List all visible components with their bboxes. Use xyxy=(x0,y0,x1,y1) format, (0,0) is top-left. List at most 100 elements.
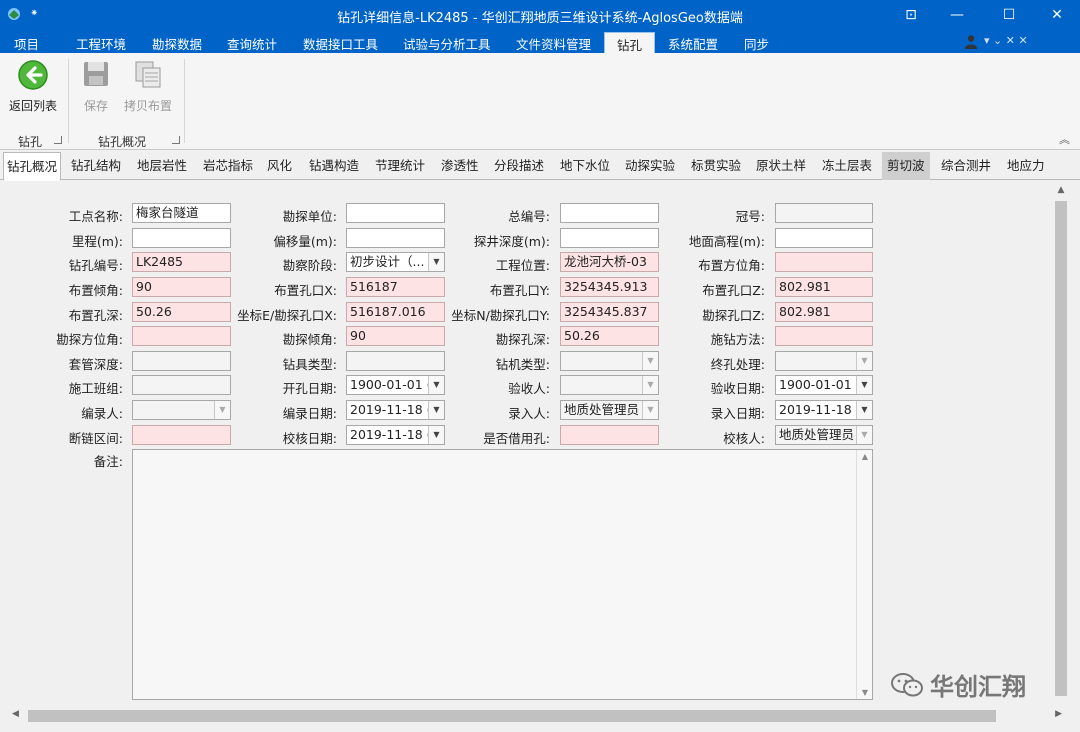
tab-well-logging[interactable]: 综合测井 xyxy=(938,152,994,180)
survey-dip-field[interactable]: 90 xyxy=(346,326,445,346)
chevron-down-icon[interactable]: ▼ xyxy=(856,401,872,419)
chevron-down-icon[interactable]: ▼ xyxy=(428,376,444,394)
menu-system-config[interactable]: 系统配置 xyxy=(668,34,718,53)
layout-depth-field[interactable]: 50.26 xyxy=(132,302,231,322)
horizontal-scrollbar[interactable]: ◀ ▶ xyxy=(8,707,1062,725)
chevron-down-icon[interactable]: ▼ xyxy=(856,426,872,444)
menu-test-analysis[interactable]: 试验与分析工具 xyxy=(403,34,491,53)
vertical-scrollbar[interactable]: ▲ xyxy=(1052,181,1070,707)
menu-engineering-env[interactable]: 工程环境 xyxy=(76,34,126,53)
coord-e-field[interactable]: 516187.016 xyxy=(346,302,445,322)
casing-depth-field[interactable] xyxy=(132,351,231,371)
check-date-picker[interactable]: 2019-11-18 (▼ xyxy=(346,425,445,445)
acceptor-select[interactable]: ▼ xyxy=(560,375,659,395)
minimize-button[interactable]: — xyxy=(934,0,980,30)
chain-break-field[interactable] xyxy=(132,425,231,445)
menu-query-stats[interactable]: 查询统计 xyxy=(227,34,277,53)
collapse-ribbon-icon[interactable]: ︽ xyxy=(1059,131,1070,147)
vertical-scroll-thumb[interactable] xyxy=(1055,201,1067,696)
tab-ground-stress[interactable]: 地应力 xyxy=(1004,152,1048,180)
layout-y-field[interactable]: 3254345.913 xyxy=(560,277,659,297)
group-borehole-launcher-icon[interactable] xyxy=(54,136,62,144)
back-to-list-button[interactable]: 返回列表 xyxy=(6,59,60,114)
drilling-method-field[interactable] xyxy=(775,326,873,346)
total-number-field[interactable] xyxy=(560,203,659,223)
menu-sync[interactable]: 同步 xyxy=(744,34,769,53)
close-button[interactable]: ✕ xyxy=(1034,0,1080,30)
menu-data-interface[interactable]: 数据接口工具 xyxy=(303,34,378,53)
tab-segment-description[interactable]: 分段描述 xyxy=(491,152,547,180)
tab-core-index[interactable]: 岩芯指标 xyxy=(200,152,256,180)
layout-z-field[interactable]: 802.981 xyxy=(775,277,873,297)
mileage-field[interactable] xyxy=(132,228,231,248)
construction-team-field[interactable] xyxy=(132,375,231,395)
group-overview-launcher-icon[interactable] xyxy=(172,136,180,144)
site-name-field[interactable]: 梅家台隧道 xyxy=(132,203,231,223)
tab-shear-wave[interactable]: 剪切波 xyxy=(882,152,930,180)
logger-select[interactable]: ▼ xyxy=(132,400,231,420)
tab-joint-stats[interactable]: 节理统计 xyxy=(372,152,428,180)
start-date-picker[interactable]: 1900-01-01 (▼ xyxy=(346,375,445,395)
user-avatar-icon[interactable] xyxy=(964,34,978,49)
layout-azimuth-field[interactable] xyxy=(775,252,873,272)
restore-icon[interactable]: ⊡ xyxy=(888,0,934,30)
checker-select[interactable]: 地质处管理员 ▼ xyxy=(775,425,873,445)
scroll-up-icon[interactable]: ▲ xyxy=(1052,185,1070,195)
drill-tool-type-field[interactable] xyxy=(346,351,445,371)
tab-groundwater-level[interactable]: 地下水位 xyxy=(557,152,613,180)
scroll-left-icon[interactable]: ◀ xyxy=(12,709,19,719)
coord-n-field[interactable]: 3254345.837 xyxy=(560,302,659,322)
scroll-down-icon[interactable]: ▼ xyxy=(857,688,873,697)
entry-person-select[interactable]: 地质处管理员 ▼ xyxy=(560,400,659,420)
tab-frozen-soil[interactable]: 冻土层表 xyxy=(819,152,875,180)
chevron-down-icon[interactable]: ▼ xyxy=(214,401,230,419)
project-location-field[interactable]: 龙池河大桥-03 xyxy=(560,252,659,272)
chevron-down-icon[interactable]: ▼ xyxy=(642,376,658,394)
tab-borehole-overview[interactable]: 钻孔概况 xyxy=(3,152,62,181)
final-hole-treatment-select[interactable]: ▼ xyxy=(775,351,873,371)
menu-survey-data[interactable]: 勘探数据 xyxy=(152,34,202,53)
survey-z-field[interactable]: 802.981 xyxy=(775,302,873,322)
offset-field[interactable] xyxy=(346,228,445,248)
acceptance-date-picker[interactable]: 1900-01-01 (▼ xyxy=(775,375,873,395)
tab-permeability[interactable]: 渗透性 xyxy=(438,152,482,180)
chevron-down-icon[interactable]: ▼ xyxy=(856,352,872,370)
chevron-down-icon[interactable]: ▼ xyxy=(642,352,658,370)
chevron-down-icon[interactable]: ▼ xyxy=(642,401,658,419)
remark-scrollbar[interactable]: ▲ ▼ xyxy=(856,450,872,699)
horizontal-scroll-thumb[interactable] xyxy=(28,710,996,722)
survey-depth-field[interactable]: 50.26 xyxy=(560,326,659,346)
chevron-down-icon[interactable]: ▼ xyxy=(856,376,872,394)
chevron-down-icon[interactable]: ▼ xyxy=(428,253,444,271)
tab-stratum-lithology[interactable]: 地层岩性 xyxy=(134,152,190,180)
rig-type-select[interactable]: ▼ xyxy=(560,351,659,371)
chevron-down-icon[interactable]: ▼ xyxy=(428,401,444,419)
layout-x-field[interactable]: 516187 xyxy=(346,277,445,297)
log-date-picker[interactable]: 2019-11-18 (▼ xyxy=(346,400,445,420)
tab-undisturbed-sample[interactable]: 原状土样 xyxy=(753,152,809,180)
entry-date-picker[interactable]: 2019-11-18 (▼ xyxy=(775,400,873,420)
copy-layout-button[interactable]: 拷贝布置 xyxy=(120,59,176,114)
save-button[interactable]: 保存 xyxy=(76,59,116,114)
tab-weathering[interactable]: 风化 xyxy=(264,152,295,180)
chevron-down-icon[interactable]: ▼ xyxy=(428,426,444,444)
menu-project[interactable]: 项目 xyxy=(14,34,39,53)
well-depth-field[interactable] xyxy=(560,228,659,248)
menu-borehole[interactable]: 钻孔 xyxy=(604,32,656,53)
menu-file-management[interactable]: 文件资料管理 xyxy=(516,34,591,53)
window-controls-icons[interactable]: ▾ ⌄ ✕ ✕ xyxy=(984,34,1028,47)
layout-dip-field[interactable]: 90 xyxy=(132,277,231,297)
survey-azimuth-field[interactable] xyxy=(132,326,231,346)
survey-unit-field[interactable] xyxy=(346,203,445,223)
maximize-button[interactable]: ☐ xyxy=(986,0,1032,30)
scroll-right-icon[interactable]: ▶ xyxy=(1055,709,1062,719)
tab-borehole-structure[interactable]: 钻孔结构 xyxy=(68,152,124,180)
tab-dynamic-penetration[interactable]: 动探实验 xyxy=(622,152,678,180)
scroll-up-icon[interactable]: ▲ xyxy=(857,452,873,461)
borehole-id-field[interactable]: LK2485 xyxy=(132,252,231,272)
survey-stage-select[interactable]: 初步设计（... ▼ xyxy=(346,252,445,272)
prefix-field[interactable] xyxy=(775,203,873,223)
tab-structure-encountered[interactable]: 钻遇构造 xyxy=(306,152,362,180)
borrowed-hole-field[interactable] xyxy=(560,425,659,445)
remark-textarea[interactable]: ▲ ▼ xyxy=(132,449,873,700)
